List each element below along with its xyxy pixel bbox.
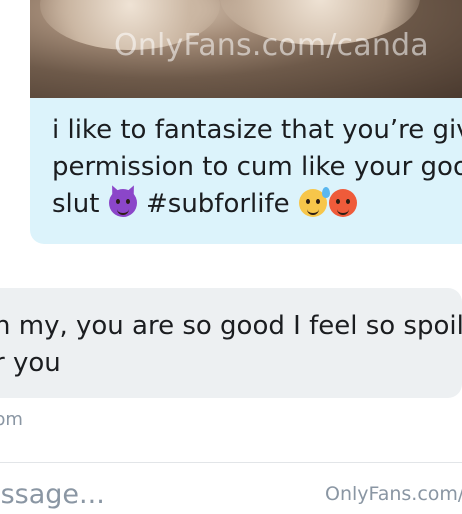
message-timestamp: pm [0, 409, 23, 430]
smiling-face-with-horns-icon [108, 189, 137, 217]
message-media-image[interactable]: OnlyFans.com/canda [30, 0, 462, 98]
own-message-bubble[interactable]: i like to fantasize that you’re givi per… [30, 98, 462, 244]
composer-divider [0, 462, 462, 463]
own-message-line-2: permission to cum like your goo [52, 152, 462, 182]
own-message-word: slut [52, 189, 100, 219]
received-message-line-2: r you [0, 348, 61, 378]
message-input[interactable] [0, 474, 324, 514]
media-watermark: OnlyFans.com/canda [114, 28, 429, 63]
page-watermark: OnlyFans.com/ [325, 483, 462, 505]
own-message-hashtag: #subforlife [145, 189, 290, 219]
received-message-bubble[interactable]: n my, you are so good I feel so spoile r… [0, 288, 462, 398]
own-message-line-1: i like to fantasize that you’re givi [52, 115, 462, 145]
hot-face-icon [328, 189, 357, 217]
received-message-line-1: n my, you are so good I feel so spoile [0, 311, 462, 341]
grinning-face-with-sweat-icon [298, 187, 330, 217]
own-message-line-3: slut #subforlife [52, 186, 462, 223]
